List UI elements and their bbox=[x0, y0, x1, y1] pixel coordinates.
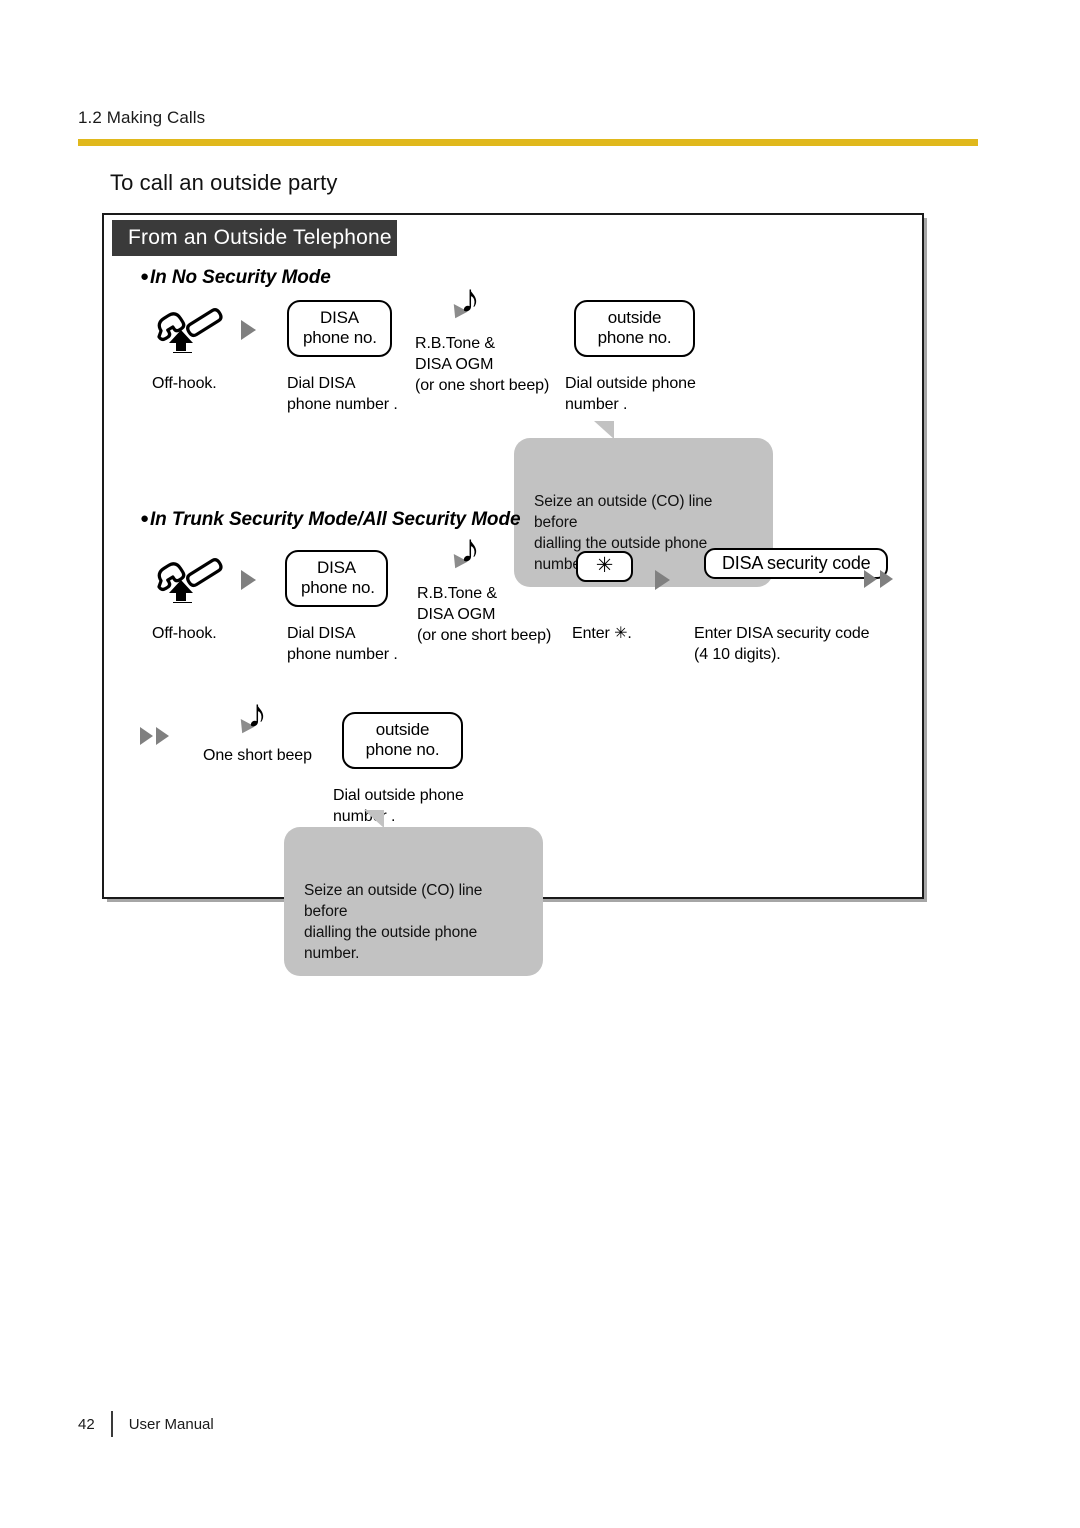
footer-divider bbox=[110, 1411, 113, 1437]
page-number: 42 bbox=[78, 1415, 95, 1433]
section-banner: From an Outside Telephone bbox=[112, 220, 397, 256]
key-disa-phone-no-2[interactable]: DISA phone no. bbox=[285, 550, 388, 607]
caption-dial-outside-2: Dial outside phone number . bbox=[333, 787, 464, 825]
document-name: User Manual bbox=[128, 1415, 214, 1433]
caption-offhook-1: Off-hook. bbox=[152, 375, 217, 392]
mode-heading-label: In No Security Mode bbox=[149, 267, 331, 288]
diagram-frame: From an Outside Telephone ●In No Securit… bbox=[102, 213, 924, 976]
callout-tail bbox=[584, 421, 614, 439]
caption-enter-security-code: Enter DISA security code (4 10 digits). bbox=[694, 625, 870, 663]
asterisk-icon: ✳ bbox=[595, 554, 614, 577]
key-line-2: phone no. bbox=[303, 328, 377, 347]
key-disa-security-code[interactable]: DISA security code bbox=[704, 548, 889, 579]
arrow-right-icon bbox=[156, 727, 169, 745]
callout-seize-co-line-2: Seize an outside (CO) line before dialli… bbox=[284, 810, 543, 976]
caption-tone-1: R.B.Tone & DISA OGM (or one short beep) bbox=[415, 335, 550, 394]
bullet-icon: ● bbox=[140, 268, 149, 285]
music-note-icon: ♪ bbox=[460, 277, 480, 321]
key-line-1: DISA bbox=[320, 308, 359, 327]
caption-tone-2: R.B.Tone & DISA OGM (or one short beep) bbox=[417, 585, 552, 644]
callout-tail bbox=[354, 810, 384, 828]
music-note-icon: ♪ bbox=[460, 527, 480, 571]
key-line-1: DISA bbox=[317, 558, 356, 577]
tone-note-icon-3: ♪ bbox=[235, 694, 279, 746]
page-title: To call an outside party bbox=[110, 170, 338, 195]
tone-note-icon-2: ♪ bbox=[448, 529, 492, 581]
arrow-right-icon bbox=[655, 570, 670, 590]
caption-enter-asterisk: Enter ✳. bbox=[572, 625, 632, 642]
offhook-handset-icon bbox=[152, 547, 224, 605]
key-line-2: phone no. bbox=[365, 740, 440, 759]
arrow-right-double-icon bbox=[864, 570, 893, 588]
key-disa-phone-no-1[interactable]: DISA phone no. bbox=[287, 300, 392, 357]
bullet-icon: ● bbox=[140, 510, 149, 527]
tone-note-icon-1: ♪ bbox=[448, 279, 492, 331]
key-outside-phone-no-1[interactable]: outside phone no. bbox=[574, 300, 695, 357]
caption-dial-disa-2: Dial DISA phone number . bbox=[287, 625, 398, 663]
key-outside-phone-no-2[interactable]: outside phone no. bbox=[342, 712, 463, 769]
arrow-right-icon bbox=[140, 727, 153, 745]
caption-offhook-2: Off-hook. bbox=[152, 625, 217, 642]
running-header: 1.2 Making Calls bbox=[78, 108, 206, 127]
offhook-handset-icon bbox=[152, 297, 224, 355]
arrow-right-double-icon bbox=[140, 727, 169, 745]
mode-heading-no-security: ●In No Security Mode bbox=[140, 267, 331, 289]
header-rule bbox=[78, 139, 978, 146]
arrow-right-icon bbox=[241, 570, 256, 590]
page-footer: 42 User Manual bbox=[78, 1411, 214, 1437]
arrow-right-icon bbox=[864, 570, 877, 588]
caption-dial-disa-1: Dial DISA phone number . bbox=[287, 375, 398, 413]
key-label: DISA security code bbox=[722, 553, 871, 573]
key-asterisk[interactable]: ✳ bbox=[576, 551, 633, 582]
key-line-1: outside bbox=[607, 308, 662, 327]
arrow-right-icon bbox=[241, 320, 256, 340]
key-line-2: phone no. bbox=[597, 328, 672, 347]
callout-text: Seize an outside (CO) line before dialli… bbox=[304, 882, 483, 962]
key-line-2: phone no. bbox=[301, 578, 375, 597]
caption-dial-outside-1: Dial outside phone number . bbox=[565, 375, 696, 413]
caption-one-short-beep: One short beep bbox=[203, 747, 312, 764]
arrow-right-icon bbox=[880, 570, 893, 588]
music-note-icon: ♪ bbox=[247, 692, 267, 736]
key-line-1: outside bbox=[375, 720, 430, 739]
